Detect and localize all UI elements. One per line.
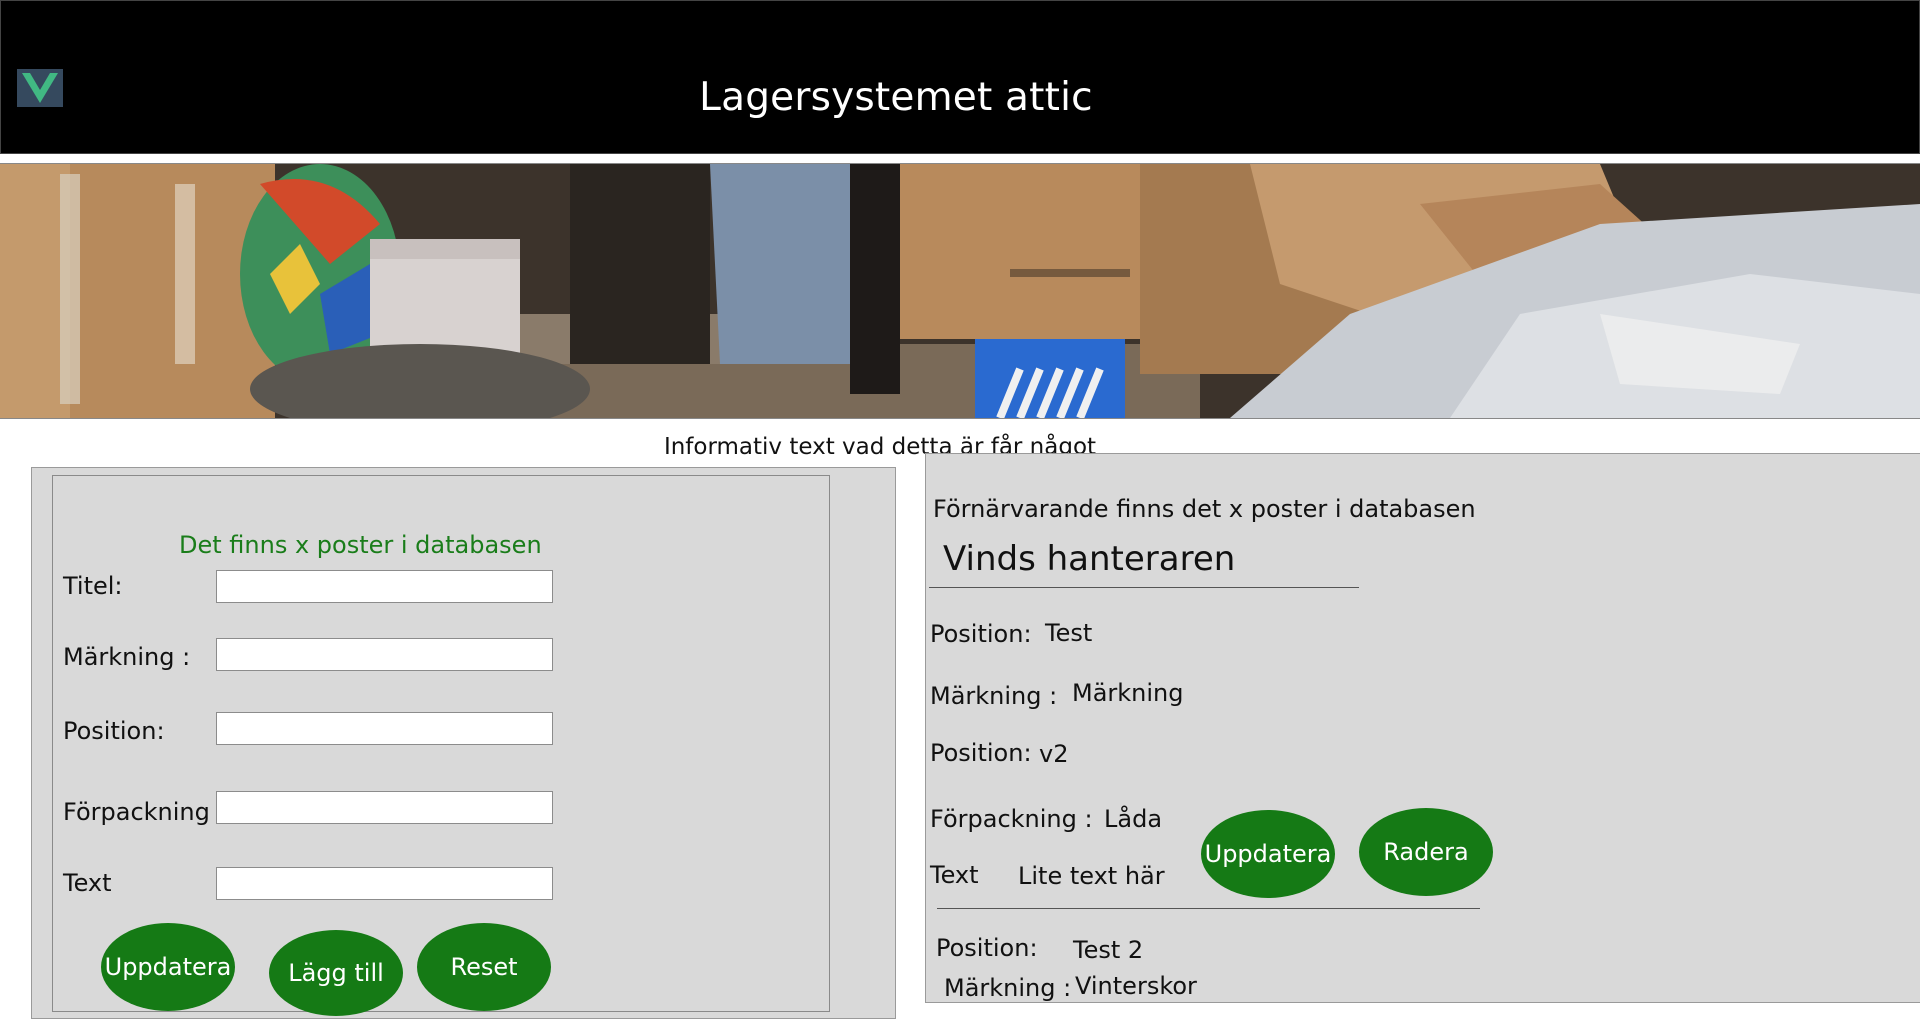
item1-marking-label: Märkning : [930, 682, 1058, 710]
item2-position-label: Position: [936, 934, 1038, 962]
record-count-text: Det finns x poster i databasen [179, 531, 542, 559]
item1-position2-value: v2 [1039, 740, 1069, 768]
update-button[interactable]: Uppdatera [101, 923, 235, 1011]
title-input[interactable] [216, 570, 553, 603]
item1-text-label: Text [930, 861, 979, 889]
item2-marking-label: Märkning : [944, 974, 1072, 1002]
info-text: Informativ text vad detta är får något [663, 434, 1097, 456]
title-label: Titel: [63, 572, 123, 600]
app-header: Lagersystemet attic [0, 0, 1920, 154]
reset-button[interactable]: Reset [417, 923, 551, 1011]
entry-form: Det finns x poster i databasen Titel: Mä… [52, 475, 830, 1016]
attic-banner-image [0, 163, 1920, 419]
item1-position-label: Position: [930, 620, 1032, 648]
text-label: Text [63, 869, 112, 897]
packaging-label: Förpackning : [63, 798, 226, 826]
records-count-text: Förnärvarande finns det x poster i datab… [933, 495, 1476, 523]
position-label: Position: [63, 717, 165, 745]
item1-position-value: Test [1045, 619, 1093, 647]
item2-position-value: Test 2 [1073, 936, 1144, 964]
item2-marking-value: Vinterskor [1075, 972, 1197, 1000]
position-input[interactable] [216, 712, 553, 745]
item1-update-button[interactable]: Uppdatera [1201, 810, 1335, 898]
item1-packaging-value: Låda [1104, 805, 1163, 833]
records-title: Vinds hanteraren [943, 539, 1236, 579]
item-divider [937, 908, 1480, 909]
packaging-input[interactable] [216, 791, 553, 824]
item1-delete-button[interactable]: Radera [1359, 808, 1493, 896]
item1-marking-value: Märkning [1072, 679, 1184, 707]
item1-position2-label: Position: [930, 739, 1032, 767]
page: Lagersystemet attic Informativ text vad … [0, 0, 1920, 1024]
app-title: Lagersystemet attic [699, 75, 1093, 120]
entry-form-panel: Det finns x poster i databasen Titel: Mä… [31, 467, 896, 1019]
add-button[interactable]: Lägg till [269, 930, 403, 1016]
text-input[interactable] [216, 867, 553, 900]
marking-label: Märkning : [63, 643, 191, 671]
item1-text-value: Lite text här [1018, 862, 1165, 890]
item1-packaging-label: Förpackning : [930, 805, 1093, 833]
title-underline [929, 587, 1359, 588]
records-panel: Förnärvarande finns det x poster i datab… [925, 453, 1920, 1003]
marking-input[interactable] [216, 638, 553, 671]
